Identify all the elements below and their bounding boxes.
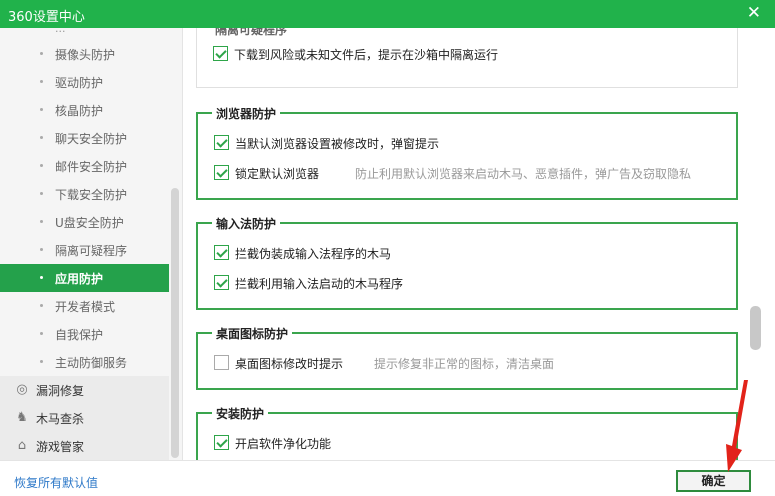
bullet-dot-icon: [40, 108, 43, 111]
sidebar-item-label: 开发者模式: [55, 300, 116, 314]
checkbox-checked[interactable]: [213, 46, 228, 61]
group-title: 隔离可疑程序: [211, 28, 292, 38]
sidebar-item-label: 主动防御服务: [55, 356, 128, 370]
checkbox-row-block-ime-launch[interactable]: 拦截利用输入法启动的木马程序: [214, 274, 514, 292]
option-description: 防止利用默认浏览器来启动木马、恶意插件，弹广告及窃取隐私: [355, 167, 692, 181]
sidebar-category-label: 木马查杀: [36, 412, 85, 426]
sidebar-category-game-manager[interactable]: ⌂ 游戏管家: [0, 432, 169, 460]
checkbox-checked[interactable]: [214, 165, 229, 180]
option-label: 锁定默认浏览器: [235, 167, 320, 181]
sidebar-item-self-protection[interactable]: 自我保护: [0, 320, 169, 348]
bullet-dot-icon: [40, 192, 43, 195]
option-label: 下载到风险或未知文件后，提示在沙箱中隔离运行: [234, 48, 499, 62]
restore-defaults-link[interactable]: 恢复所有默认值: [14, 474, 98, 491]
close-icon[interactable]: ✕: [747, 3, 761, 23]
window-title: 360设置中心: [8, 10, 85, 25]
group-title: 浏览器防护: [212, 105, 281, 122]
sidebar-item-download-protection[interactable]: 下载安全防护: [0, 180, 169, 208]
sidebar-item-driver-protection[interactable]: 驱动防护: [0, 68, 169, 96]
group-title: 输入法防护: [212, 215, 281, 232]
bullet-dot-icon: [40, 360, 43, 363]
trojan-scan-icon: ♞: [16, 410, 28, 425]
sidebar-category-label: 漏洞修复: [36, 384, 85, 398]
sidebar-item-camera-protection[interactable]: 摄像头防护: [0, 40, 169, 68]
annotation-arrow-icon: [726, 380, 748, 472]
arrow-shape: [726, 380, 748, 472]
group-install-protection: 安装防护 开启软件净化功能: [196, 405, 738, 460]
checkbox-row-desktop-icon-alert[interactable]: 桌面图标修改时提示 提示修复非正常的图标，清洁桌面: [214, 354, 714, 372]
checkbox-checked[interactable]: [214, 435, 229, 450]
bullet-dot-icon: [40, 80, 43, 83]
option-label: 当默认浏览器设置被修改时，弹窗提示: [235, 137, 440, 151]
sidebar-item-active-defense-service[interactable]: 主动防御服务: [0, 348, 169, 376]
footer-bar: 恢复所有默认值 确定: [0, 460, 775, 496]
checkbox-row-lock-default-browser[interactable]: 锁定默认浏览器 防止利用默认浏览器来启动木马、恶意插件，弹广告及窃取隐私: [214, 164, 714, 182]
group-title: 桌面图标防护: [212, 325, 293, 342]
group-ime-protection: 输入法防护 拦截伪装成输入法程序的木马 拦截利用输入法启动的木马程序: [196, 215, 738, 310]
group-isolate-suspicious: 隔离可疑程序 下载到风险或未知文件后，提示在沙箱中隔离运行: [196, 28, 738, 88]
sidebar-item-label: 聊天安全防护: [55, 132, 128, 146]
group-desktop-icon-protection: 桌面图标防护 桌面图标修改时提示 提示修复非正常的图标，清洁桌面: [196, 325, 738, 390]
vulnerability-repair-icon: ◎: [16, 382, 28, 397]
sidebar-item-label: 自我保护: [55, 328, 104, 342]
title-bar: 360设置中心 ✕: [0, 0, 775, 28]
sidebar-item-mail-protection[interactable]: 邮件安全防护: [0, 152, 169, 180]
sidebar-item-app-protection[interactable]: 应用防护: [0, 264, 169, 292]
checkbox-row-software-purify[interactable]: 开启软件净化功能: [214, 434, 514, 452]
settings-content: 隔离可疑程序 下载到风险或未知文件后，提示在沙箱中隔离运行 浏览器防护 当默认浏…: [184, 28, 775, 460]
checkbox-unchecked[interactable]: [214, 355, 229, 370]
checkbox-checked[interactable]: [214, 135, 229, 150]
bullet-dot-icon: [40, 136, 43, 139]
sidebar-item-developer-mode[interactable]: 开发者模式: [0, 292, 169, 320]
sidebar-item-label: 隔离可疑程序: [55, 244, 128, 258]
game-controller-icon: ⌂: [17, 438, 27, 453]
sidebar-item-label: 核晶防护: [55, 104, 104, 118]
checkbox-row-browser-change-alert[interactable]: 当默认浏览器设置被修改时，弹窗提示: [214, 134, 514, 152]
bullet-dot-icon: [40, 332, 43, 335]
option-label: 桌面图标修改时提示: [235, 357, 344, 371]
sidebar: ... 摄像头防护 驱动防护 核晶防护 聊天安全防护 邮件安全防护 下载安全防护…: [0, 28, 183, 460]
sidebar-item-label: 摄像头防护: [55, 48, 116, 62]
sidebar-item-label: 下载安全防护: [55, 188, 128, 202]
bullet-dot-icon: [40, 164, 43, 167]
sidebar-category-vulnerability-repair[interactable]: ◎ 漏洞修复: [0, 376, 169, 404]
checkbox-checked[interactable]: [214, 275, 229, 290]
sidebar-item-label: U盘安全防护: [55, 216, 124, 230]
sidebar-item-isolate-suspicious[interactable]: 隔离可疑程序: [0, 236, 169, 264]
checkbox-row-sandbox-isolate[interactable]: 下载到风险或未知文件后，提示在沙箱中隔离运行: [213, 45, 613, 63]
bullet-dot-icon: [40, 304, 43, 307]
option-description: 提示修复非正常的图标，清洁桌面: [374, 357, 555, 371]
bullet-dot-icon: [40, 52, 43, 55]
checkbox-checked[interactable]: [214, 245, 229, 260]
option-label: 拦截利用输入法启动的木马程序: [235, 277, 404, 291]
group-browser-protection: 浏览器防护 当默认浏览器设置被修改时，弹窗提示 锁定默认浏览器 防止利用默认浏览…: [196, 105, 738, 200]
sidebar-item-label: 驱动防护: [55, 76, 104, 90]
option-label: 拦截伪装成输入法程序的木马: [235, 247, 392, 261]
content-scrollbar[interactable]: [750, 28, 770, 460]
group-title: 安装防护: [212, 405, 269, 422]
scrollbar-thumb[interactable]: [750, 306, 761, 350]
sidebar-item-usb-protection[interactable]: U盘安全防护: [0, 208, 169, 236]
bullet-dot-icon: [40, 220, 43, 223]
sidebar-category-trojan-scan[interactable]: ♞ 木马查杀: [0, 404, 169, 432]
sidebar-item-core-crystal[interactable]: 核晶防护: [0, 96, 169, 124]
sidebar-item-label: 邮件安全防护: [55, 160, 128, 174]
sidebar-category-label: 游戏管家: [36, 440, 85, 454]
bullet-dot-icon: [40, 248, 43, 251]
sidebar-partial-item: ...: [55, 28, 66, 35]
sidebar-item-chat-protection[interactable]: 聊天安全防护: [0, 124, 169, 152]
bullet-dot-icon: [40, 276, 43, 279]
option-label: 开启软件净化功能: [235, 437, 332, 451]
sidebar-item-label: 应用防护: [55, 272, 104, 286]
sidebar-scrollbar[interactable]: [171, 188, 179, 458]
checkbox-row-block-fake-ime[interactable]: 拦截伪装成输入法程序的木马: [214, 244, 514, 262]
